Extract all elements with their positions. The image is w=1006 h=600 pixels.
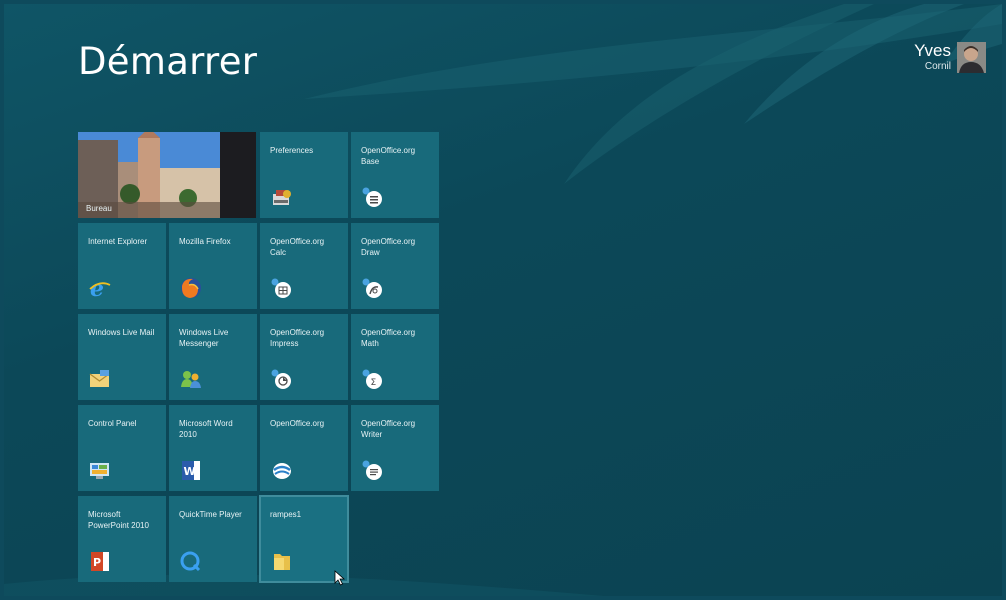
tile-label: OpenOffice.org Calc [270, 237, 325, 257]
tile-microsoft-powerpoint[interactable]: Microsoft PowerPoint 2010 P [78, 496, 166, 582]
tile-label: OpenOffice.org Writer [361, 419, 416, 439]
page-title: Démarrer [78, 40, 258, 83]
tile-openoffice-writer[interactable]: OpenOffice.org Writer [351, 405, 439, 491]
tile-openoffice-base[interactable]: OpenOffice.org Base [351, 132, 439, 218]
quicktime-icon [180, 551, 201, 572]
tile-label: Control Panel [88, 419, 137, 428]
tile-label: OpenOffice.org Base [361, 146, 416, 166]
tile-label: OpenOffice.org Math [361, 328, 416, 348]
avatar [957, 42, 986, 73]
tile-label: OpenOffice.org Draw [361, 237, 416, 257]
tile-openoffice-impress[interactable]: OpenOffice.org Impress [260, 314, 348, 400]
tile-openoffice[interactable]: OpenOffice.org [260, 405, 348, 491]
tile-windows-live-mail[interactable]: Windows Live Mail [78, 314, 166, 400]
tile-microsoft-word[interactable]: Microsoft Word 2010 W [169, 405, 257, 491]
openoffice-calc-icon [271, 278, 291, 298]
tile-label: Microsoft PowerPoint 2010 [88, 510, 149, 530]
messenger-icon [181, 371, 201, 388]
preferences-icon [273, 190, 291, 205]
tile-label: Windows Live Messenger [179, 328, 229, 348]
control-panel-icon [90, 463, 109, 479]
openoffice-math-icon: Σ [362, 369, 382, 389]
tile-label: Mozilla Firefox [179, 237, 231, 246]
tile-label: Microsoft Word 2010 [179, 419, 233, 439]
tile-control-panel[interactable]: Control Panel [78, 405, 166, 491]
user-surname: Cornil [924, 61, 951, 72]
user-name: Yves [914, 41, 951, 60]
tile-openoffice-draw[interactable]: OpenOffice.org Draw [351, 223, 439, 309]
svg-text:P: P [93, 556, 101, 569]
tile-label: Internet Explorer [88, 237, 148, 246]
openoffice-base-icon [362, 187, 382, 207]
tile-label: OpenOffice.org Impress [270, 328, 325, 348]
start-screen: Démarrer Yves Cornil Bureau Preferences … [4, 4, 1002, 596]
openoffice-icon [273, 463, 291, 479]
powerpoint-icon: P [91, 552, 109, 571]
tile-openoffice-math[interactable]: OpenOffice.org Math Σ [351, 314, 439, 400]
mouse-cursor-icon [334, 570, 346, 586]
openoffice-impress-icon [271, 369, 291, 389]
openoffice-writer-icon [362, 460, 382, 480]
tile-label: rampes1 [270, 510, 302, 519]
openoffice-draw-icon [362, 278, 382, 298]
user-account[interactable]: Yves Cornil [914, 42, 986, 73]
folder-icon [274, 554, 290, 570]
tile-openoffice-calc[interactable]: OpenOffice.org Calc [260, 223, 348, 309]
tile-quicktime-player[interactable]: QuickTime Player [169, 496, 257, 582]
firefox-icon [181, 278, 201, 298]
mail-icon [89, 370, 110, 387]
internet-explorer-icon: e [89, 277, 111, 299]
svg-text:Σ: Σ [371, 378, 377, 388]
tile-label: QuickTime Player [179, 510, 242, 519]
tile-label: Bureau [86, 203, 112, 213]
tile-windows-live-messenger[interactable]: Windows Live Messenger [169, 314, 257, 400]
tile-label: Preferences [270, 146, 314, 155]
tile-label: OpenOffice.org [270, 419, 325, 428]
tile-preferences[interactable]: Preferences [260, 132, 348, 218]
svg-text:W: W [184, 465, 196, 478]
tile-bureau[interactable]: Bureau [78, 132, 256, 218]
tile-label: Windows Live Mail [88, 328, 155, 337]
tile-firefox[interactable]: Mozilla Firefox [169, 223, 257, 309]
word-icon: W [182, 461, 200, 480]
tile-internet-explorer[interactable]: Internet Explorer e [78, 223, 166, 309]
